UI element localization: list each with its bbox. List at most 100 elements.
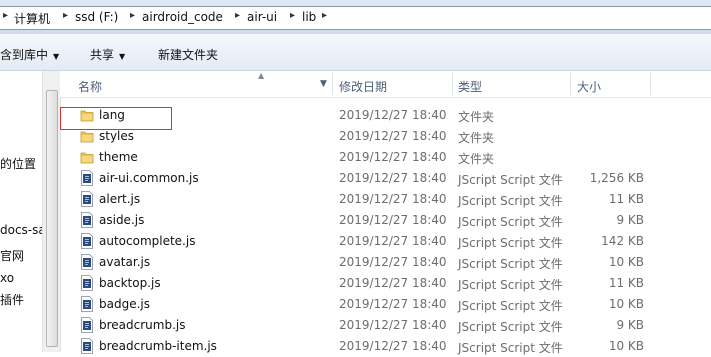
breadcrumb[interactable]: ▸ 计算机 ▸ ssd (F:) ▸ airdroid_code ▸ air-u… <box>0 6 711 30</box>
nav-item[interactable]: xo <box>0 271 14 285</box>
file-type: 文件夹 <box>458 110 495 124</box>
file-modified-date: 2019/12/27 18:40 <box>339 255 447 269</box>
file-size: 9 KB <box>616 213 644 227</box>
file-modified-date: 2019/12/27 18:40 <box>339 318 447 332</box>
column-divider[interactable] <box>452 73 453 95</box>
breadcrumb-item-drive[interactable]: ssd (F:) <box>75 10 118 24</box>
jscript-file-icon <box>80 275 94 291</box>
jscript-file-icon <box>80 317 94 333</box>
file-type: JScript Script 文件 <box>458 341 563 355</box>
column-divider[interactable] <box>570 73 571 95</box>
jscript-file-icon <box>80 254 94 270</box>
file-size: 9 KB <box>616 318 644 332</box>
breadcrumb-separator[interactable]: ▸ <box>290 10 295 21</box>
column-header-size[interactable]: 大小 <box>577 78 601 95</box>
jscript-file-icon <box>80 191 94 207</box>
navigation-pane: 的位置 docs-sa 官网 xo 插件 <box>0 71 42 352</box>
command-toolbar: 含到库中 ▼ 共享 ▼ 新建文件夹 <box>0 34 711 71</box>
nav-item[interactable]: 插件 <box>0 291 24 308</box>
file-size: 1,256 KB <box>589 171 644 185</box>
jscript-file-icon <box>80 296 94 312</box>
file-modified-date: 2019/12/27 18:40 <box>339 129 447 143</box>
file-modified-date: 2019/12/27 18:40 <box>339 171 447 185</box>
file-modified-date: 2019/12/27 18:40 <box>339 213 447 227</box>
file-size: 142 KB <box>601 234 644 248</box>
include-in-library-button[interactable]: 含到库中 ▼ <box>0 46 59 63</box>
file-type: JScript Script 文件 <box>458 320 563 334</box>
column-filter-dropdown-icon[interactable]: ▼ <box>320 79 327 89</box>
folder-icon <box>80 107 94 123</box>
file-row[interactable]: styles 2019/12/27 18:40 文件夹 <box>60 126 711 147</box>
nav-item[interactable]: 官网 <box>0 247 24 264</box>
breadcrumb-item-lib[interactable]: lib <box>302 10 316 24</box>
nav-item[interactable]: docs-sa <box>0 223 42 237</box>
file-name: avatar.js <box>99 255 151 269</box>
file-modified-date: 2019/12/27 18:40 <box>339 339 447 353</box>
file-name: autocomplete.js <box>99 234 196 248</box>
file-type: JScript Script 文件 <box>458 194 563 208</box>
share-button[interactable]: 共享 ▼ <box>90 46 125 63</box>
jscript-file-icon <box>80 233 94 249</box>
file-size: 11 KB <box>608 192 644 206</box>
file-size: 11 KB <box>608 276 644 290</box>
file-row[interactable]: badge.js 2019/12/27 18:40 JScript Script 文… <box>60 294 711 315</box>
include-in-library-label: 含到库中 <box>0 48 49 62</box>
file-name: aside.js <box>99 213 145 227</box>
column-header-row: ▲ 名称 ▼ 修改日期 类型 大小 <box>60 71 711 98</box>
column-divider[interactable] <box>650 73 651 95</box>
column-divider[interactable] <box>332 73 333 95</box>
file-name: air-ui.common.js <box>99 171 199 185</box>
share-label: 共享 <box>90 48 115 62</box>
file-name: breadcrumb.js <box>99 318 186 332</box>
folder-icon <box>80 128 94 144</box>
file-modified-date: 2019/12/27 18:40 <box>339 234 447 248</box>
nav-item[interactable]: 的位置 <box>0 155 36 172</box>
navigation-scrollbar[interactable] <box>42 71 61 352</box>
file-row[interactable]: autocomplete.js 2019/12/27 18:40 JScript S… <box>60 231 711 252</box>
breadcrumb-item-computer[interactable]: 计算机 <box>14 10 50 27</box>
file-row[interactable]: air-ui.common.js 2019/12/27 18:40 JScript … <box>60 168 711 189</box>
file-modified-date: 2019/12/27 18:40 <box>339 150 447 164</box>
file-row[interactable]: aside.js 2019/12/27 18:40 JScript Script 文… <box>60 210 711 231</box>
file-type: JScript Script 文件 <box>458 173 563 187</box>
column-header-name[interactable]: 名称 <box>78 78 102 95</box>
breadcrumb-separator[interactable]: ▸ <box>130 10 135 21</box>
jscript-file-icon <box>80 170 94 186</box>
file-type: JScript Script 文件 <box>458 278 563 292</box>
file-size: 10 KB <box>608 297 644 311</box>
sort-ascending-icon: ▲ <box>258 71 265 80</box>
file-row[interactable]: lang 2019/12/27 18:40 文件夹 <box>60 105 711 126</box>
new-folder-button[interactable]: 新建文件夹 <box>158 46 218 63</box>
file-name: backtop.js <box>99 276 161 290</box>
file-row[interactable]: alert.js 2019/12/27 18:40 JScript Script 文… <box>60 189 711 210</box>
column-header-type[interactable]: 类型 <box>458 78 482 95</box>
file-size: 10 KB <box>608 339 644 353</box>
file-row[interactable]: avatar.js 2019/12/27 18:40 JScript Script … <box>60 252 711 273</box>
file-modified-date: 2019/12/27 18:40 <box>339 276 447 290</box>
file-name: lang <box>99 108 125 122</box>
file-name: theme <box>99 150 138 164</box>
address-bar: ▸ 计算机 ▸ ssd (F:) ▸ airdroid_code ▸ air-u… <box>0 0 711 34</box>
file-row[interactable]: breadcrumb-item.js 2019/12/27 18:40 JScrip… <box>60 336 711 357</box>
breadcrumb-separator[interactable]: ▸ <box>63 10 68 21</box>
file-name: alert.js <box>99 192 141 206</box>
breadcrumb-separator[interactable]: ▸ <box>322 10 327 21</box>
breadcrumb-separator[interactable]: ▸ <box>235 10 240 21</box>
file-modified-date: 2019/12/27 18:40 <box>339 297 447 311</box>
file-size: 10 KB <box>608 255 644 269</box>
file-name: breadcrumb-item.js <box>99 339 217 353</box>
file-name: badge.js <box>99 297 150 311</box>
column-header-date[interactable]: 修改日期 <box>339 78 387 95</box>
scrollbar-thumb[interactable] <box>46 90 58 347</box>
file-type: 文件夹 <box>458 131 495 145</box>
file-row[interactable]: backtop.js 2019/12/27 18:40 JScript Script… <box>60 273 711 294</box>
folder-icon <box>80 149 94 165</box>
file-type: JScript Script 文件 <box>458 299 563 313</box>
breadcrumb-separator[interactable]: ▸ <box>3 10 8 21</box>
file-modified-date: 2019/12/27 18:40 <box>339 108 447 122</box>
file-modified-date: 2019/12/27 18:40 <box>339 192 447 206</box>
file-row[interactable]: theme 2019/12/27 18:40 文件夹 <box>60 147 711 168</box>
file-row[interactable]: breadcrumb.js 2019/12/27 18:40 JScript Scr… <box>60 315 711 336</box>
breadcrumb-item-airdroid-code[interactable]: airdroid_code <box>142 10 223 24</box>
breadcrumb-item-air-ui[interactable]: air-ui <box>247 10 277 24</box>
